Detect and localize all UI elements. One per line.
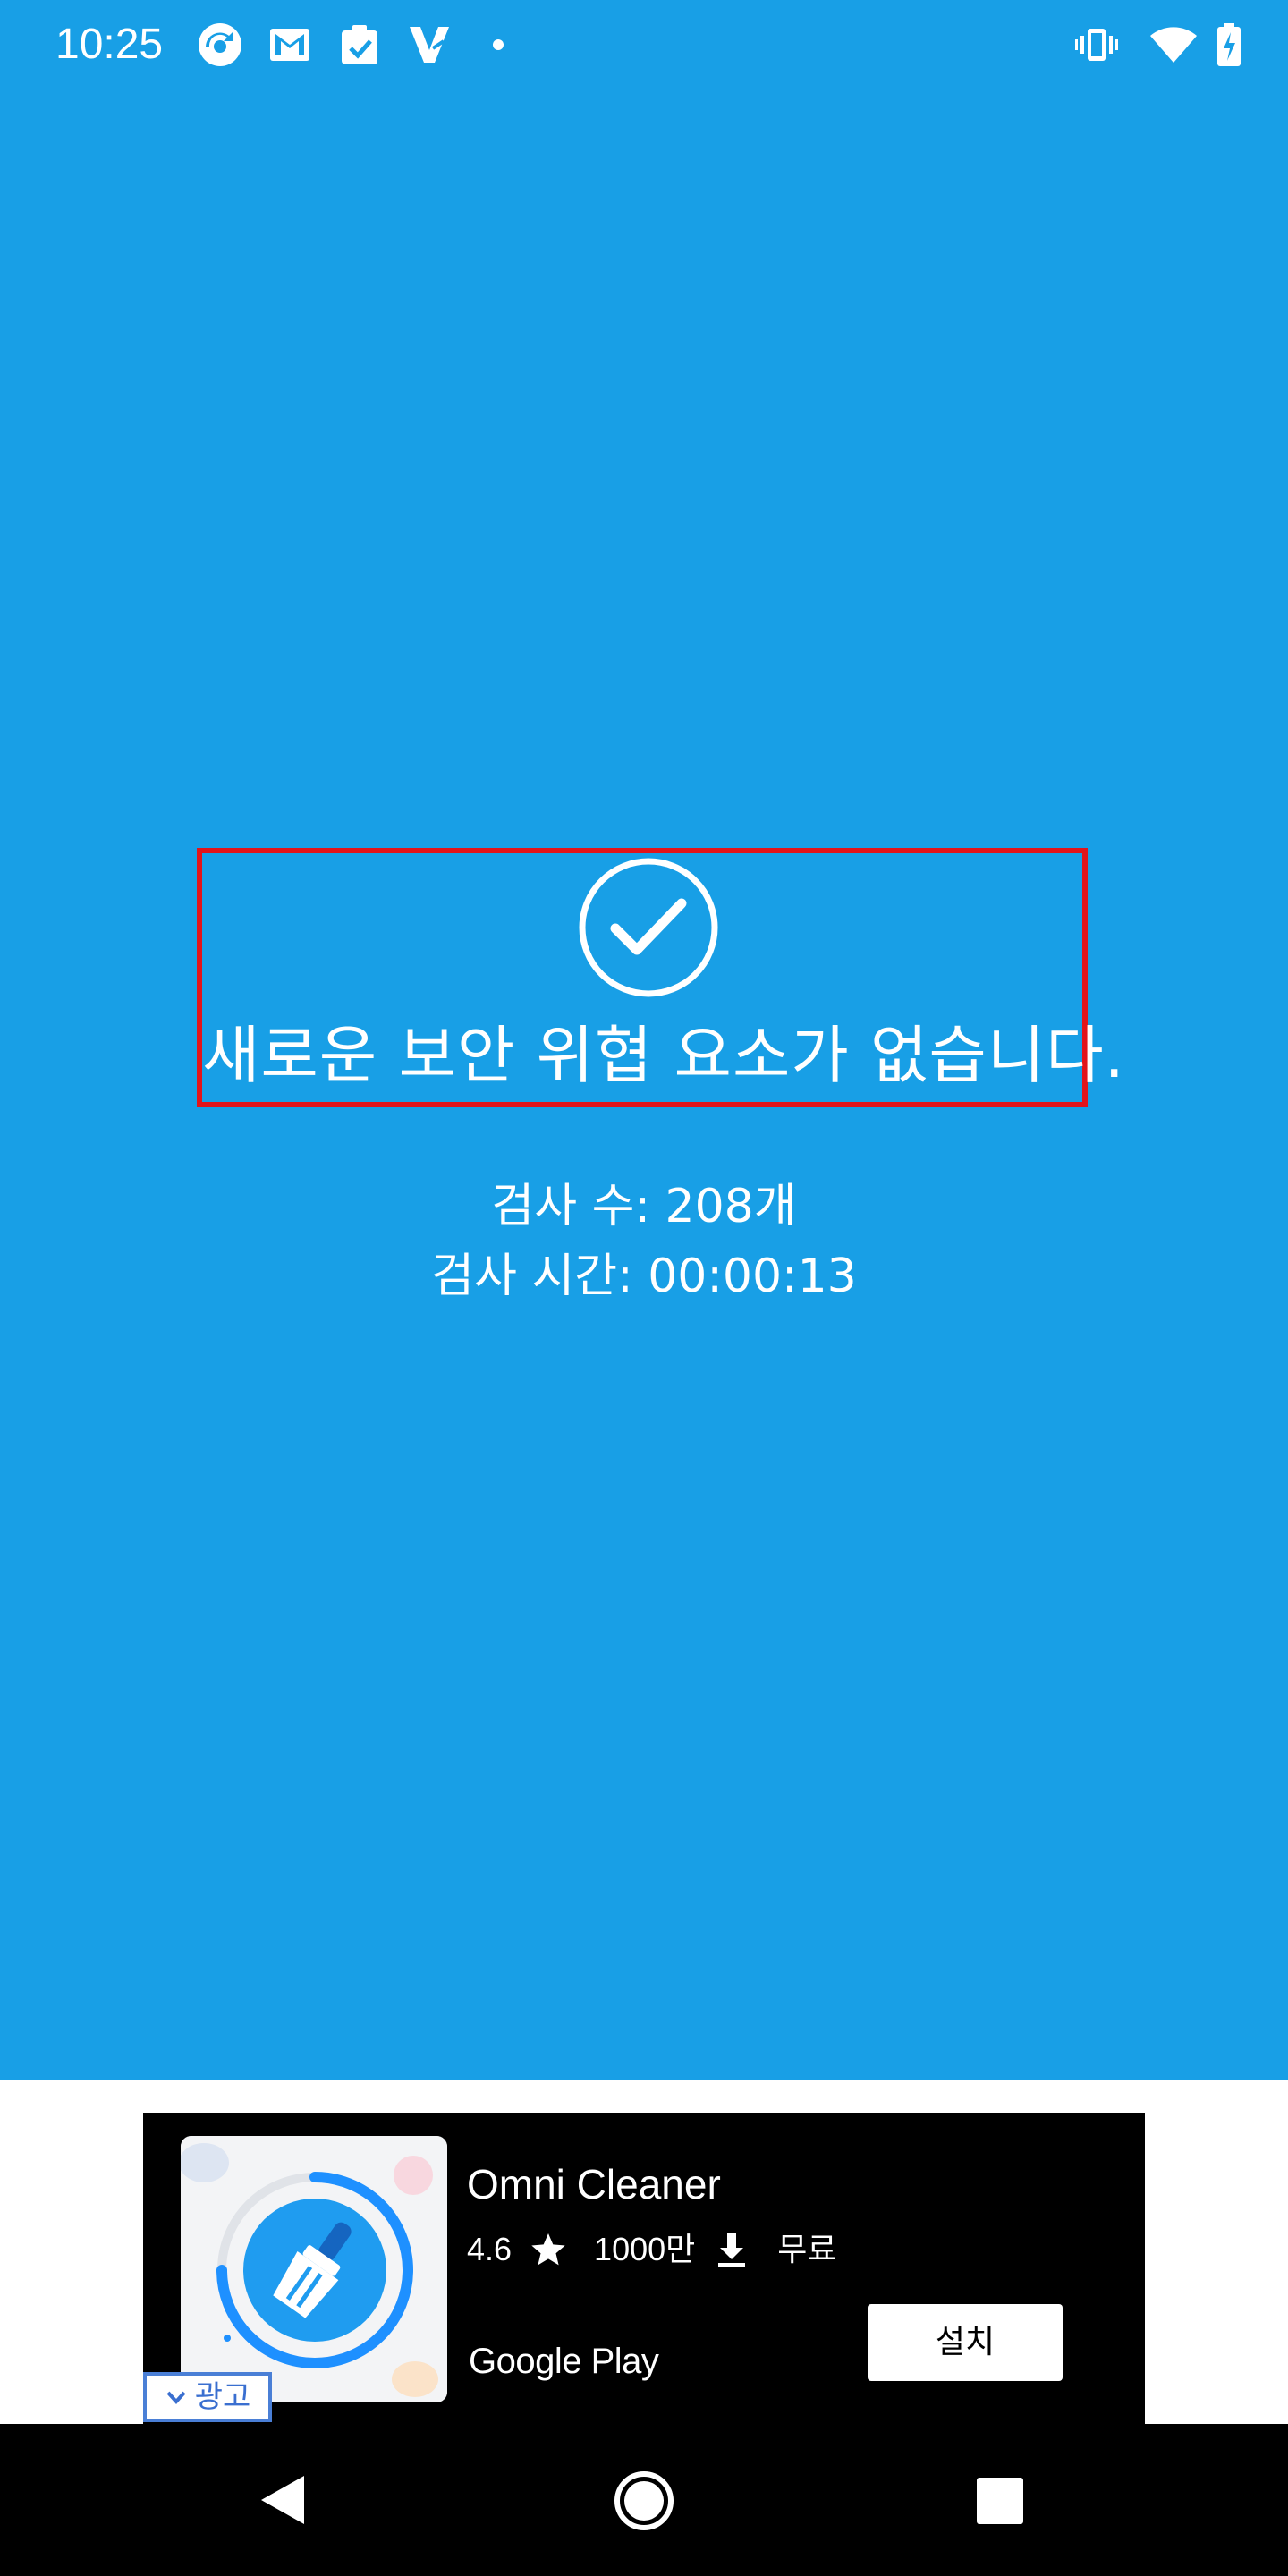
ad-downloads: 1000만 [594, 2231, 696, 2267]
clipboard-app-icon [336, 21, 383, 68]
sync-app-icon [197, 21, 243, 68]
ad-label-text: 광고 [194, 2379, 251, 2415]
ad-meta: 4.6 1000만 무료 [467, 2229, 837, 2270]
wifi-icon [1148, 21, 1199, 68]
result-title: 새로운 보안 위협 요소가 없습니다. [202, 1019, 1125, 1092]
recents-icon[interactable] [975, 2476, 1025, 2526]
star-icon [530, 2231, 567, 2268]
scan-time: 검사 시간: 00:00:13 [431, 1250, 857, 1303]
ad-banner[interactable]: Omni Cleaner 4.6 1000만 무료 Google Play 설치 [143, 2113, 1145, 2424]
home-icon[interactable] [612, 2469, 676, 2533]
status-time: 10:25 [55, 21, 164, 68]
google-play-logo: Google Play [469, 2342, 659, 2381]
scan-result-highlight: 새로운 보안 위협 요소가 없습니다. [197, 848, 1125, 1107]
download-icon [713, 2231, 750, 2268]
scan-count: 검사 수: 208개 [491, 1180, 797, 1233]
battery-charging-icon [1215, 21, 1243, 68]
ad-rating: 4.6 [467, 2231, 513, 2267]
status-bar: 10:25 [0, 0, 1288, 86]
scan-stats: 검사 수: 208개 검사 시간: 00:00:13 [0, 1172, 1288, 1311]
vibrate-icon [1073, 21, 1120, 68]
ad-label[interactable]: 광고 [143, 2372, 272, 2422]
navigation-bar [0, 2424, 1288, 2576]
ad-price: 무료 [777, 2231, 837, 2267]
gmail-icon [267, 21, 313, 68]
chevron-down-icon [165, 2385, 188, 2409]
check-circle-icon [578, 857, 719, 998]
v-app-icon [406, 21, 453, 68]
install-button[interactable]: 설치 [868, 2304, 1063, 2381]
ad-app-name: Omni Cleaner [467, 2161, 721, 2207]
back-icon[interactable] [252, 2469, 315, 2531]
omni-cleaner-app-icon[interactable] [181, 2136, 447, 2402]
screen: 10:25 새로운 보안 위협 요소가 없습니다. 검사 수: 208개 검사 … [0, 0, 1288, 2576]
dot-icon [485, 21, 512, 68]
